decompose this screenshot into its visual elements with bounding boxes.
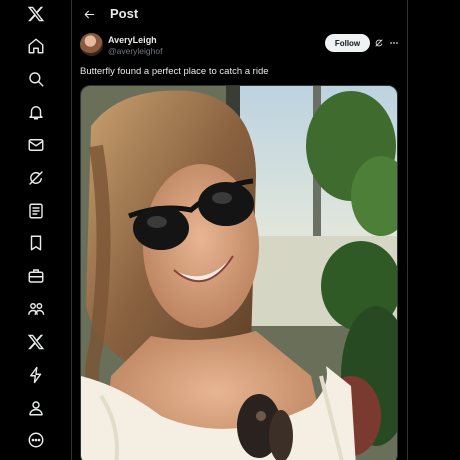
lists-icon[interactable] (22, 197, 50, 225)
main-column: Post AveryLeigh @averyleighof Follow But… (72, 0, 408, 460)
home-icon[interactable] (22, 32, 50, 60)
post-more-button[interactable] (387, 36, 401, 50)
grok-icon (375, 39, 383, 47)
arrow-left-icon (84, 10, 94, 18)
search-icon[interactable] (22, 65, 50, 93)
bookmarks-icon[interactable] (22, 229, 50, 257)
author-handle[interactable]: @averyleighof (108, 46, 162, 56)
follow-button[interactable]: Follow (325, 34, 370, 52)
more-horizontal-icon (390, 42, 398, 44)
right-sidebar (409, 0, 460, 460)
back-button[interactable] (78, 3, 100, 25)
profile-icon[interactable] (22, 394, 50, 422)
notifications-icon[interactable] (22, 98, 50, 126)
messages-icon[interactable] (22, 131, 50, 159)
premium-icon[interactable] (22, 328, 50, 356)
post-text: Butterfly found a perfect place to catch… (80, 66, 269, 77)
page-header: Post (72, 0, 407, 28)
avatar[interactable] (80, 33, 103, 56)
jobs-icon[interactable] (22, 262, 50, 290)
grok-explain-button[interactable] (372, 36, 386, 50)
left-navigation-rail (0, 0, 72, 460)
more-icon[interactable] (22, 426, 50, 454)
author-display-name[interactable]: AveryLeigh (108, 35, 157, 45)
x-logo-icon[interactable] (22, 0, 50, 28)
verified-orgs-icon[interactable] (22, 361, 50, 389)
page-title: Post (110, 6, 139, 21)
grok-icon[interactable] (22, 164, 50, 192)
communities-icon[interactable] (22, 295, 50, 323)
post-media-image[interactable] (80, 85, 398, 460)
